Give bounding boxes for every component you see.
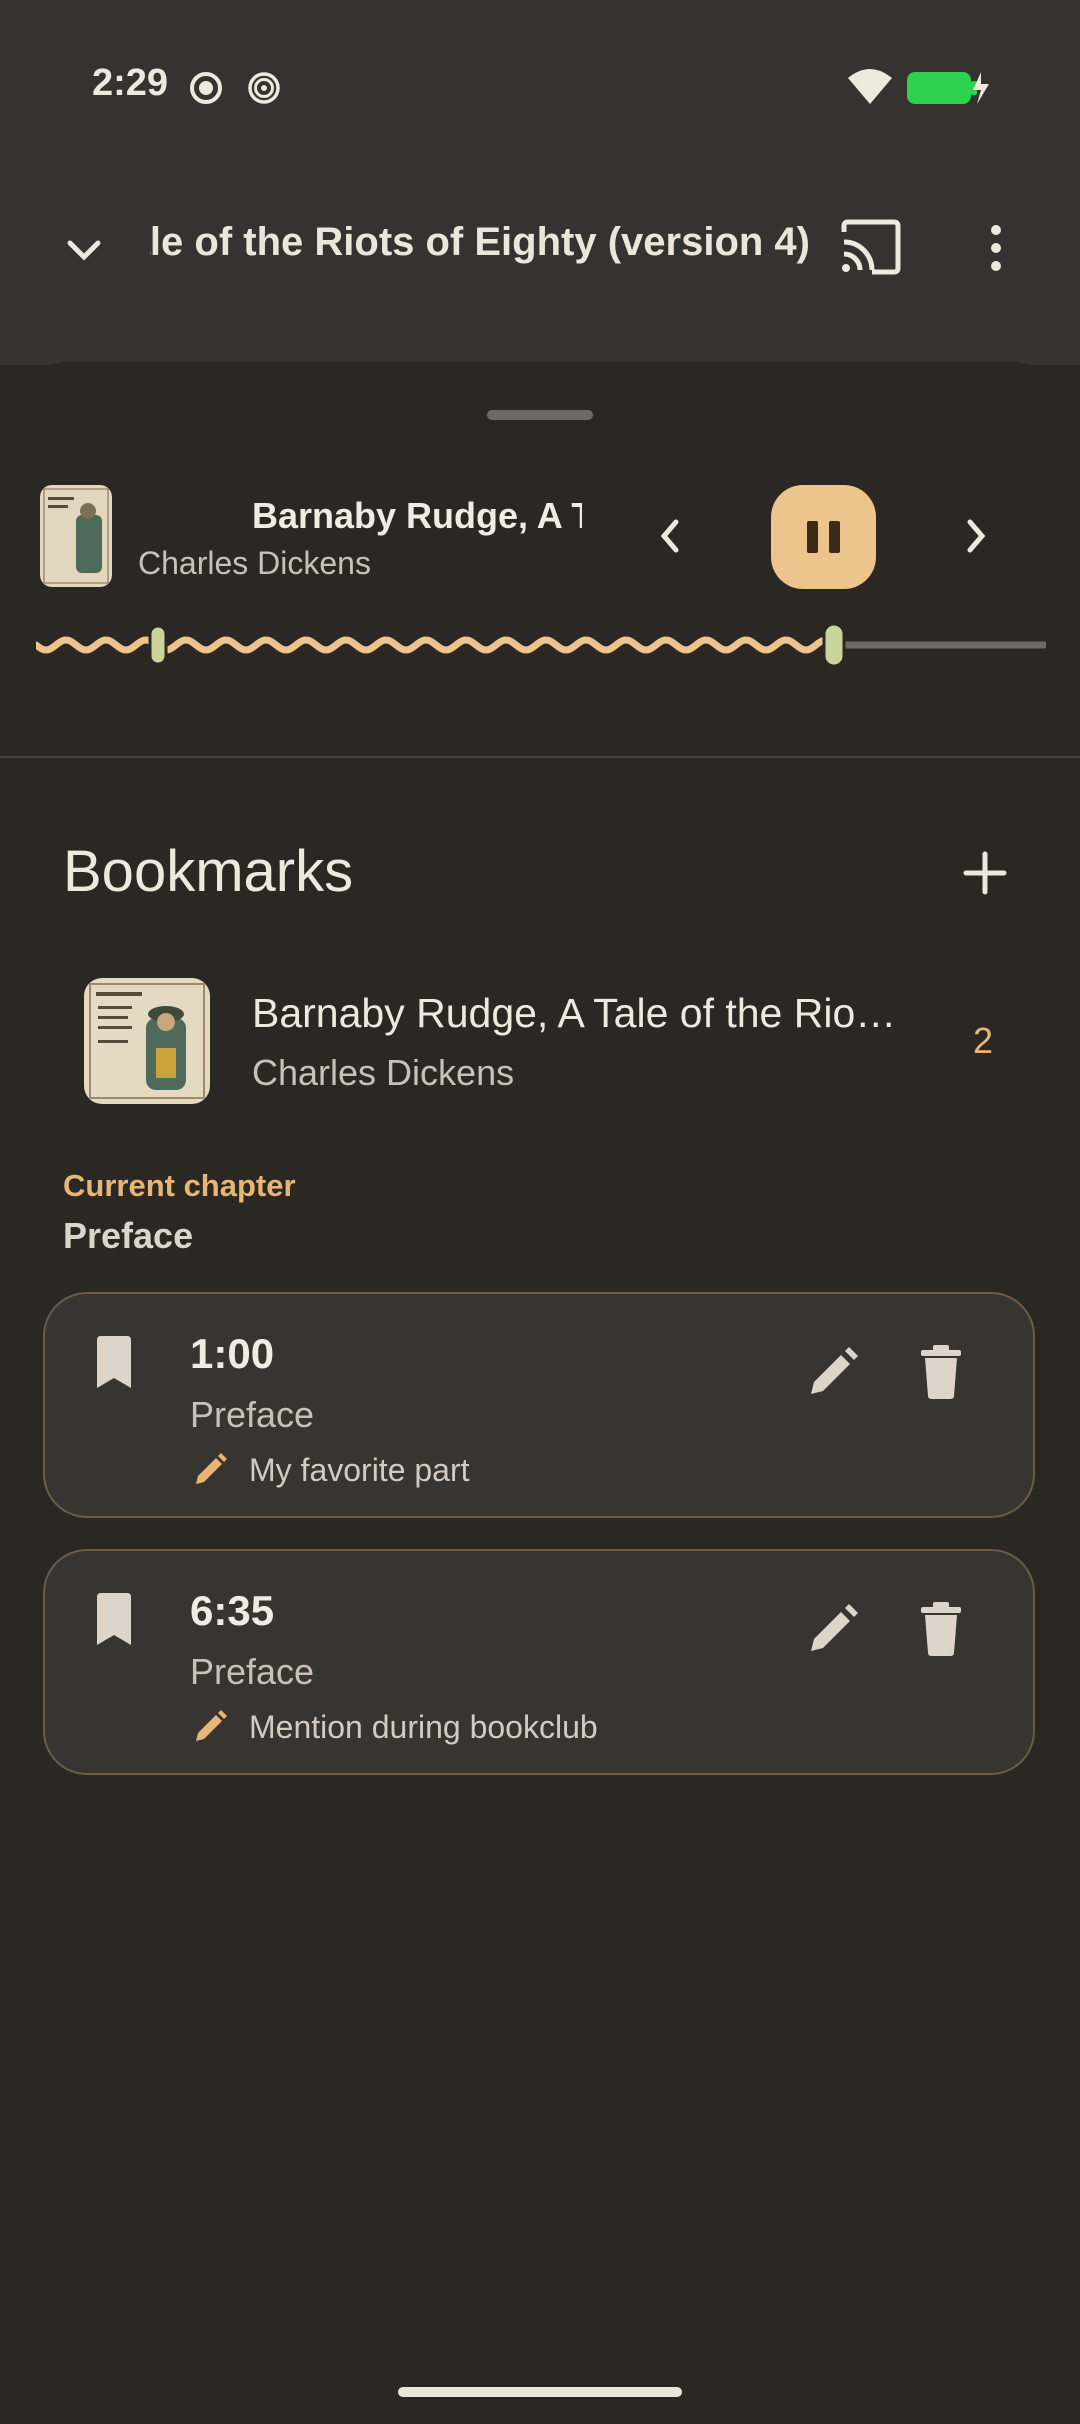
book-cover	[84, 978, 210, 1104]
trash-icon	[921, 1345, 961, 1399]
bookmark-time: 1:00	[190, 1330, 275, 1377]
delete-bookmark-button[interactable]	[919, 1344, 963, 1400]
bookmark-chapter: Preface	[190, 1651, 315, 1692]
current-chapter-name: Preface	[63, 1215, 194, 1256]
bookmark-note: Mention during bookclub	[249, 1709, 598, 1745]
book-cover-thumbnail	[40, 485, 112, 587]
bookmark-icon	[93, 1334, 135, 1390]
plus-icon	[963, 851, 1007, 895]
delete-bookmark-button[interactable]	[919, 1601, 963, 1657]
previous-chevron-icon[interactable]	[648, 510, 692, 562]
now-playing-title[interactable]: Barnaby Rudge, A Tale of the Riots of Ei…	[252, 495, 582, 545]
current-chapter-label: Current chapter	[63, 1168, 296, 1203]
top-app-bar	[0, 0, 1080, 365]
note-pencil-icon	[190, 1450, 230, 1490]
bookmark-time: 6:35	[190, 1587, 275, 1634]
pause-icon	[807, 521, 840, 553]
pencil-icon	[811, 1347, 858, 1394]
pause-button[interactable]	[771, 485, 876, 589]
trash-icon	[921, 1602, 961, 1656]
status-time: 2:29	[92, 62, 169, 104]
note-pencil-icon	[190, 1707, 230, 1747]
collapse-chevron-icon[interactable]	[58, 225, 110, 277]
screen-record-icon	[188, 70, 224, 106]
bookmark-card[interactable]: 1:00 Preface My favorite part	[43, 1292, 1035, 1518]
home-indicator[interactable]	[398, 2387, 682, 2397]
book-author: Charles Dickens	[252, 1052, 515, 1093]
more-options-icon[interactable]	[982, 222, 1010, 274]
drag-handle[interactable]	[487, 410, 593, 420]
chapter-marker	[148, 624, 168, 666]
divider	[0, 756, 1080, 758]
bookmarks-heading: Bookmarks	[63, 839, 354, 904]
battery-charging-icon	[905, 68, 991, 108]
bookmark-card[interactable]: 6:35 Preface Mention during bookclub	[43, 1549, 1035, 1775]
page-title: Barnaby Rudge, A Tale of the Riots of Ei…	[150, 220, 810, 264]
next-chevron-icon[interactable]	[954, 510, 998, 562]
hotspot-icon	[246, 70, 282, 106]
wifi-icon	[846, 66, 894, 106]
now-playing-author: Charles Dickens	[138, 545, 371, 581]
bookmark-count: 2	[973, 1020, 994, 1061]
book-title: Barnaby Rudge, A Tale of the Rio…	[252, 990, 897, 1036]
playback-slider[interactable]	[36, 620, 1046, 670]
bookmark-note: My favorite part	[249, 1452, 470, 1488]
add-bookmark-button[interactable]	[960, 848, 1010, 898]
edit-bookmark-button[interactable]	[805, 1344, 861, 1400]
edit-bookmark-button[interactable]	[805, 1601, 861, 1657]
cast-icon[interactable]	[838, 218, 902, 278]
pencil-icon	[811, 1604, 858, 1651]
bookmark-chapter: Preface	[190, 1394, 315, 1435]
bookmark-icon	[93, 1591, 135, 1647]
slider-thumb	[822, 622, 846, 668]
